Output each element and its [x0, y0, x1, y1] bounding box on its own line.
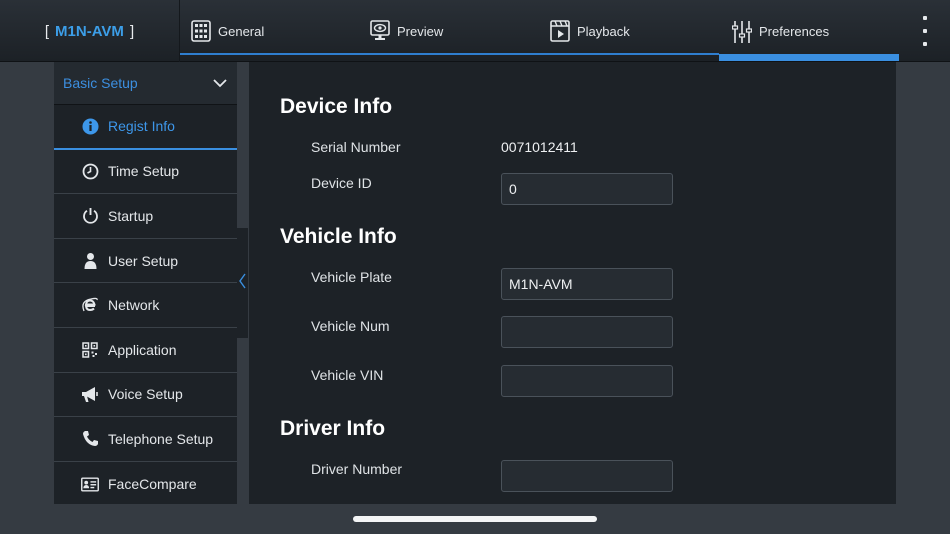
tab-active-indicator [719, 54, 899, 61]
sidebar-header-basic-setup[interactable]: Basic Setup [54, 62, 237, 105]
sidebar-item-voice-setup[interactable]: Voice Setup [54, 373, 237, 418]
vehicle-plate-label: Vehicle Plate [311, 269, 392, 285]
vehicle-vin-input[interactable] [501, 365, 673, 397]
id-card-icon [81, 475, 99, 493]
top-bar: [ M1N-AVM ] General Preview Playback Pre… [0, 0, 950, 62]
clock-icon [81, 162, 99, 180]
general-grid-icon [191, 20, 211, 42]
qr-code-icon [81, 341, 99, 359]
sidebar-item-facecompare[interactable]: FaceCompare [54, 462, 237, 507]
sidebar-item-label: Time Setup [108, 163, 180, 180]
sidebar-item-label: Application [108, 341, 177, 358]
device-id-label: Device ID [311, 175, 372, 191]
chevron-down-icon [213, 75, 227, 91]
vehicle-num-input[interactable] [501, 316, 673, 348]
brand-bracket-close: ] [129, 22, 135, 40]
tab-preview-label: Preview [397, 23, 444, 39]
brand-title: [ M1N-AVM ] [0, 0, 180, 62]
section-title-driver-info: Driver Info [280, 417, 386, 440]
preferences-sliders-icon [731, 20, 753, 43]
sidebar: Basic Setup Regist Info Time Setup Start… [54, 62, 237, 504]
sidebar-item-label: User Setup [108, 252, 179, 269]
sidebar-item-regist-info[interactable]: Regist Info [54, 105, 237, 150]
sidebar-item-label: Telephone Setup [108, 430, 214, 447]
sidebar-item-label: FaceCompare [108, 476, 197, 493]
network-e-icon [81, 296, 99, 314]
sidebar-item-label: Regist Info [108, 118, 175, 135]
driver-number-input[interactable] [501, 460, 673, 492]
brand-name: M1N-AVM [55, 22, 124, 40]
brand-bracket-open: [ [44, 22, 50, 40]
serial-number-value: 0071012411 [501, 139, 578, 155]
sidebar-item-user-setup[interactable]: User Setup [54, 239, 237, 284]
chevron-left-icon [239, 273, 246, 294]
driver-number-label: Driver Number [311, 461, 403, 477]
tab-underline [180, 53, 719, 55]
sidebar-item-label: Voice Setup [108, 386, 183, 403]
sidebar-item-network[interactable]: Network [54, 283, 237, 328]
device-id-input[interactable] [501, 173, 673, 205]
tab-playback-label: Playback [577, 23, 630, 39]
sidebar-item-telephone-setup[interactable]: Telephone Setup [54, 417, 237, 462]
vehicle-vin-label: Vehicle VIN [311, 367, 384, 383]
sidebar-collapse-handle[interactable] [237, 228, 248, 338]
section-title-device-info: Device Info [280, 95, 393, 118]
vehicle-plate-input[interactable] [501, 268, 673, 300]
sidebar-item-label: Network [108, 297, 160, 314]
tab-preferences-label: Preferences [759, 23, 830, 39]
main-panel: Device Info Serial Number 0071012411 Dev… [249, 62, 896, 504]
megaphone-icon [81, 385, 99, 403]
section-title-vehicle-info: Vehicle Info [280, 225, 397, 248]
more-menu-icon[interactable] [915, 16, 935, 46]
sidebar-item-application[interactable]: Application [54, 328, 237, 373]
phone-icon [81, 430, 99, 448]
sidebar-item-time-setup[interactable]: Time Setup [54, 150, 237, 195]
preview-monitor-icon [370, 20, 390, 42]
info-icon [81, 117, 99, 135]
sidebar-header-label: Basic Setup [63, 75, 138, 91]
playback-clapper-icon [550, 20, 570, 42]
tab-preferences[interactable]: Preferences [731, 0, 830, 62]
power-icon [81, 207, 99, 225]
sidebar-item-startup[interactable]: Startup [54, 194, 237, 239]
sidebar-item-label: Startup [108, 207, 154, 224]
user-icon [81, 252, 99, 270]
serial-number-label: Serial Number [311, 139, 401, 155]
tab-general-label: General [218, 23, 265, 39]
vehicle-num-label: Vehicle Num [311, 318, 390, 334]
home-indicator[interactable] [353, 516, 597, 522]
